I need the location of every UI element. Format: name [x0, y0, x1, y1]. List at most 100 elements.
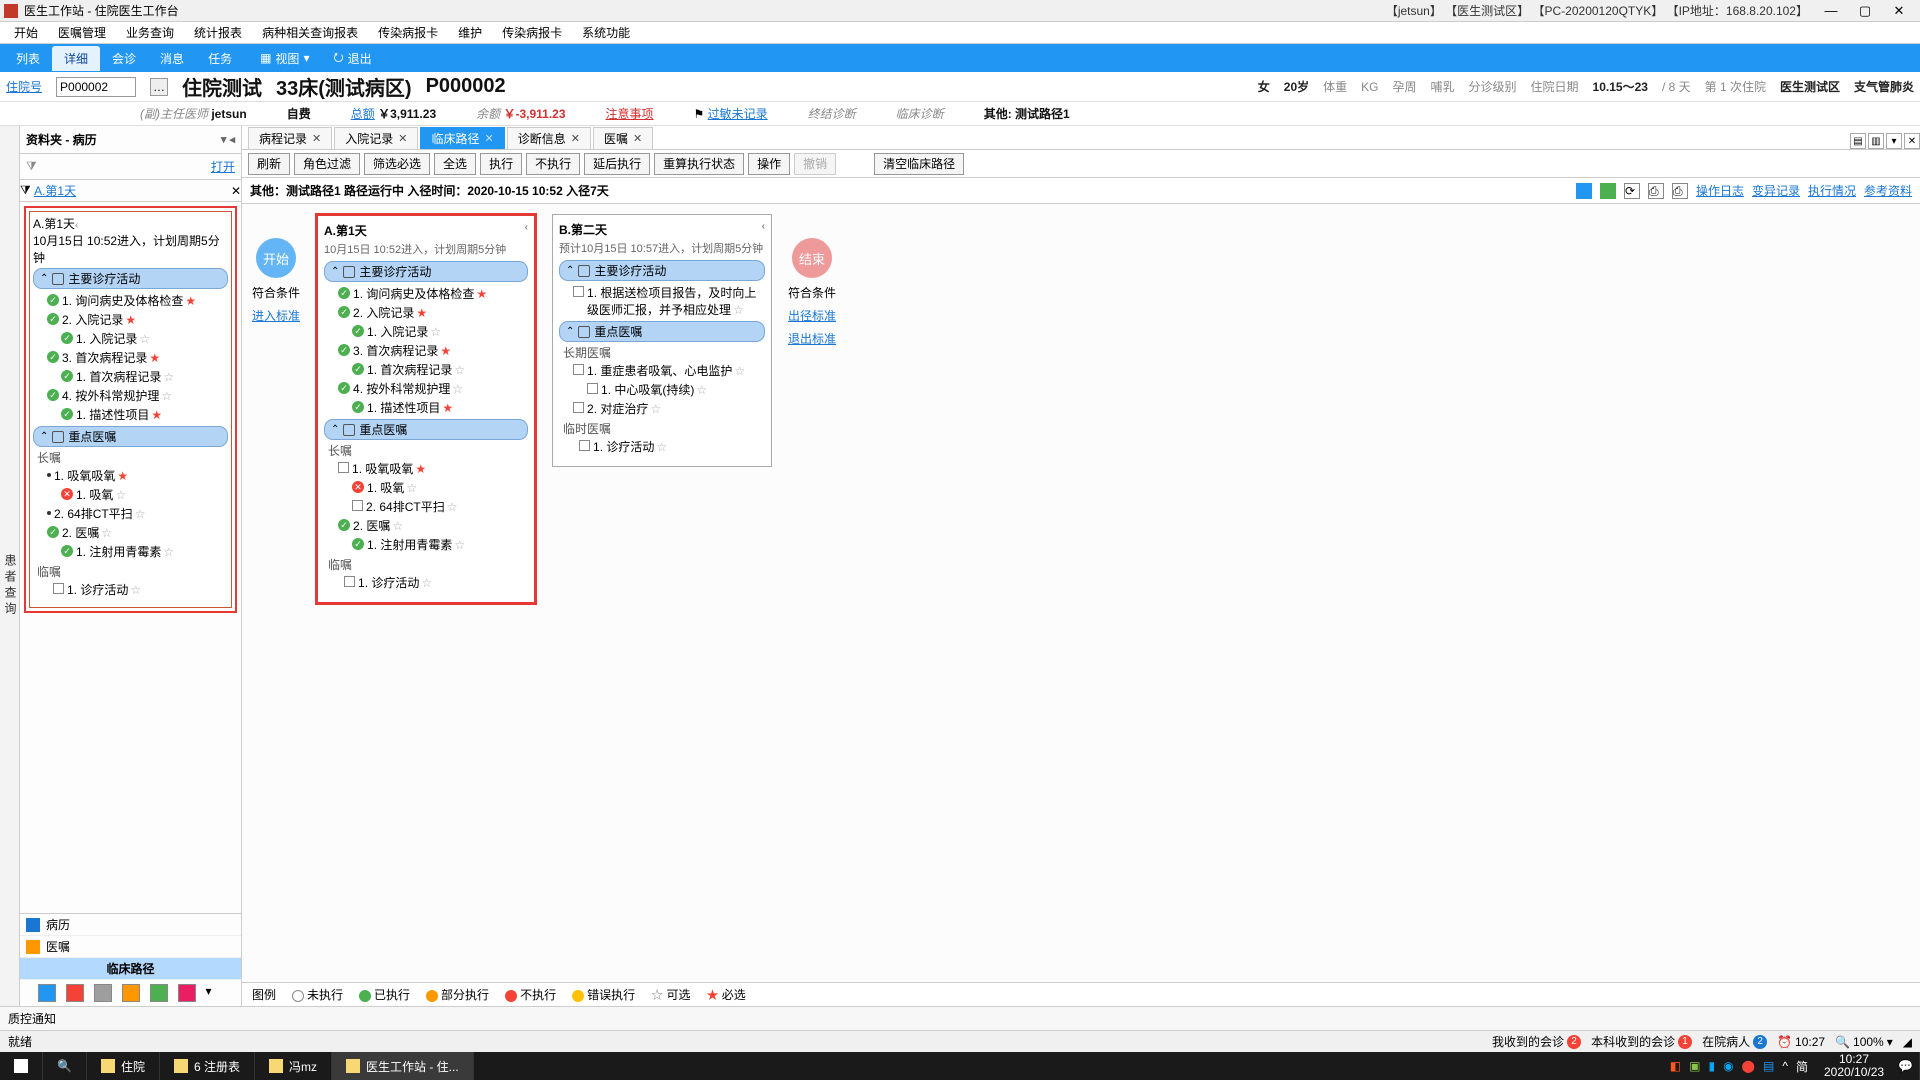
qc-notice[interactable]: 质控通知	[8, 1010, 56, 1027]
tree-item[interactable]: 2. 医嘱☆	[62, 524, 228, 541]
log-link[interactable]: 操作日志	[1696, 182, 1744, 199]
close-tab-icon[interactable]: ✕	[633, 132, 642, 145]
menu-item[interactable]: 统计报表	[184, 24, 252, 41]
checkbox[interactable]	[352, 500, 363, 511]
maximize-button[interactable]: ▢	[1848, 3, 1882, 19]
tree-root-icon[interactable]: ⧩	[20, 183, 31, 198]
view-icon-2[interactable]	[1600, 183, 1616, 199]
inpatient-label[interactable]: 在院病人	[1702, 1033, 1750, 1050]
tree-item[interactable]: 3. 首次病程记录★	[353, 342, 528, 359]
nav-item[interactable]: 病历	[20, 914, 241, 936]
reload-icon[interactable]: ⟳	[1624, 183, 1640, 199]
tray-icon[interactable]: ⬤	[1742, 1059, 1755, 1073]
tree-item[interactable]: 1. 描述性项目★	[367, 399, 528, 416]
tree-item[interactable]: 1. 吸氧吸氧★	[352, 460, 528, 477]
toolbar-button[interactable]: 重算执行状态	[654, 153, 744, 175]
taskbar-item[interactable]: 住院	[87, 1052, 160, 1080]
tree-item[interactable]: 2. 入院记录★	[62, 311, 228, 328]
toolbar-button[interactable]: 延后执行	[584, 153, 650, 175]
ref-link[interactable]: 参考资料	[1864, 182, 1912, 199]
ime-indicator[interactable]: 简	[1796, 1058, 1808, 1075]
tree-item[interactable]: 1. 诊疗活动☆	[358, 574, 528, 591]
ribbon-tab[interactable]: 消息	[148, 46, 196, 71]
shortcut-icon[interactable]	[66, 984, 84, 1002]
ribbon-tab[interactable]: 任务	[196, 46, 244, 71]
doc-tab[interactable]: 诊断信息✕	[507, 127, 591, 149]
close-tab-icon[interactable]: ✕	[484, 132, 493, 145]
tree-item[interactable]: 2. 医嘱☆	[353, 517, 528, 534]
checkbox[interactable]	[338, 462, 349, 473]
search-button[interactable]: 🔍	[43, 1052, 87, 1080]
caution-link[interactable]: 注意事项	[606, 105, 654, 122]
shortcut-icon[interactable]	[94, 984, 112, 1002]
sectionights-header[interactable]: ⌃主要诊疗活动	[324, 261, 528, 282]
menu-item[interactable]: 维护	[448, 24, 492, 41]
exit-button[interactable]: ⭮ 退出	[325, 44, 379, 73]
day-tab[interactable]: A.第1天	[34, 182, 76, 199]
doc-tab[interactable]: 病程记录✕	[248, 127, 332, 149]
orders-header[interactable]: ⌃重点医嘱	[324, 419, 528, 440]
checkbox[interactable]	[587, 383, 598, 394]
tree-item[interactable]: 3. 首次病程记录★	[62, 349, 228, 366]
print-icon-2[interactable]: ⎙	[1672, 183, 1688, 199]
tree-item[interactable]: 2. 64排CT平扫☆	[54, 505, 228, 522]
sectionights-header[interactable]: ⌃主要诊疗活动	[33, 268, 228, 289]
tree-item[interactable]: 1. 中心吸氧(持续)☆	[601, 381, 765, 398]
ribbon-tab[interactable]: 会诊	[100, 46, 148, 71]
toolbar-button[interactable]: 执行	[480, 153, 522, 175]
menu-item[interactable]: 业务查询	[116, 24, 184, 41]
view-menu[interactable]: ▦ 视图 ▾	[252, 46, 317, 71]
field-label[interactable]: 住院号	[6, 78, 42, 95]
layout-btn-2[interactable]: ▥	[1868, 133, 1884, 149]
collapse-icon[interactable]: ‹	[525, 222, 528, 239]
tree-item[interactable]: 1. 询问病史及体格检查★	[353, 285, 528, 302]
filter-icon[interactable]: ⧩	[26, 159, 37, 174]
tray-up-icon[interactable]: ^	[1782, 1059, 1788, 1073]
clear-pathway-button[interactable]: 清空临床路径	[874, 153, 964, 175]
open-link[interactable]: 打开	[211, 158, 235, 175]
total-label[interactable]: 总额	[351, 107, 375, 121]
tree-item[interactable]: 1. 注射用青霉素☆	[76, 543, 228, 560]
resize-grip[interactable]: ◢	[1903, 1035, 1912, 1049]
start-node[interactable]: 开始	[256, 238, 296, 278]
zoom-level[interactable]: 100%	[1853, 1035, 1884, 1049]
enter-std-link[interactable]: 进入标准	[252, 307, 300, 324]
taskbar-clock[interactable]: 10:272020/10/23	[1816, 1053, 1892, 1079]
nav-item[interactable]: 医嘱	[20, 936, 241, 958]
tree-item[interactable]: 1. 诊疗活动☆	[593, 438, 765, 455]
close-tab-icon[interactable]: ✕	[312, 132, 321, 145]
menu-item[interactable]: 病种相关查询报表	[252, 24, 368, 41]
tray-icon[interactable]: ▤	[1763, 1059, 1774, 1073]
tree-item[interactable]: 2. 对症治疗☆	[587, 400, 765, 417]
toolbar-button[interactable]: 不执行	[526, 153, 580, 175]
menu-item[interactable]: 开始	[4, 24, 48, 41]
checkbox[interactable]	[573, 364, 584, 375]
tray-icon[interactable]: ◉	[1723, 1059, 1733, 1073]
taskbar-item[interactable]: 医生工作站 - 住...	[332, 1052, 474, 1080]
toolbar-button[interactable]: 角色过滤	[294, 153, 360, 175]
doc-tab[interactable]: 临床路径✕	[420, 127, 504, 149]
tree-item[interactable]: 1. 根据送检项目报告，及时向上级医师汇报，并予相应处理☆	[587, 284, 765, 318]
tree-item[interactable]: 1. 注射用青霉素☆	[367, 536, 528, 553]
collapse-icon[interactable]: ‹	[75, 220, 78, 231]
nav-item[interactable]: 临床路径	[20, 958, 241, 980]
orders-header[interactable]: ⌃重点医嘱	[559, 321, 765, 342]
toolbar-button[interactable]: 筛选必选	[364, 153, 430, 175]
tree-item[interactable]: 1. 首次病程记录☆	[367, 361, 528, 378]
shortcut-icon[interactable]	[122, 984, 140, 1002]
layout-btn-3[interactable]: ▾	[1886, 133, 1902, 149]
tree-item[interactable]: 1. 入院记录☆	[367, 323, 528, 340]
start-menu[interactable]	[0, 1052, 43, 1080]
doc-tab[interactable]: 医嘱✕	[593, 127, 653, 149]
tree-item[interactable]: 1. 吸氧吸氧★	[54, 467, 228, 484]
more-icon[interactable]: ▾	[206, 984, 224, 1002]
tree-item[interactable]: 4. 按外科常规护理☆	[353, 380, 528, 397]
menu-item[interactable]: 系统功能	[572, 24, 640, 41]
tree-item[interactable]: 4. 按外科常规护理☆	[62, 387, 228, 404]
close-tab-icon[interactable]: ✕	[398, 132, 407, 145]
side-tab[interactable]: 患者查询	[0, 126, 20, 1006]
end-node[interactable]: 结束	[792, 238, 832, 278]
tree-item[interactable]: 1. 吸氧☆	[367, 479, 528, 496]
print-icon[interactable]: ⎙	[1648, 183, 1664, 199]
doc-tab[interactable]: 入院记录✕	[334, 127, 418, 149]
